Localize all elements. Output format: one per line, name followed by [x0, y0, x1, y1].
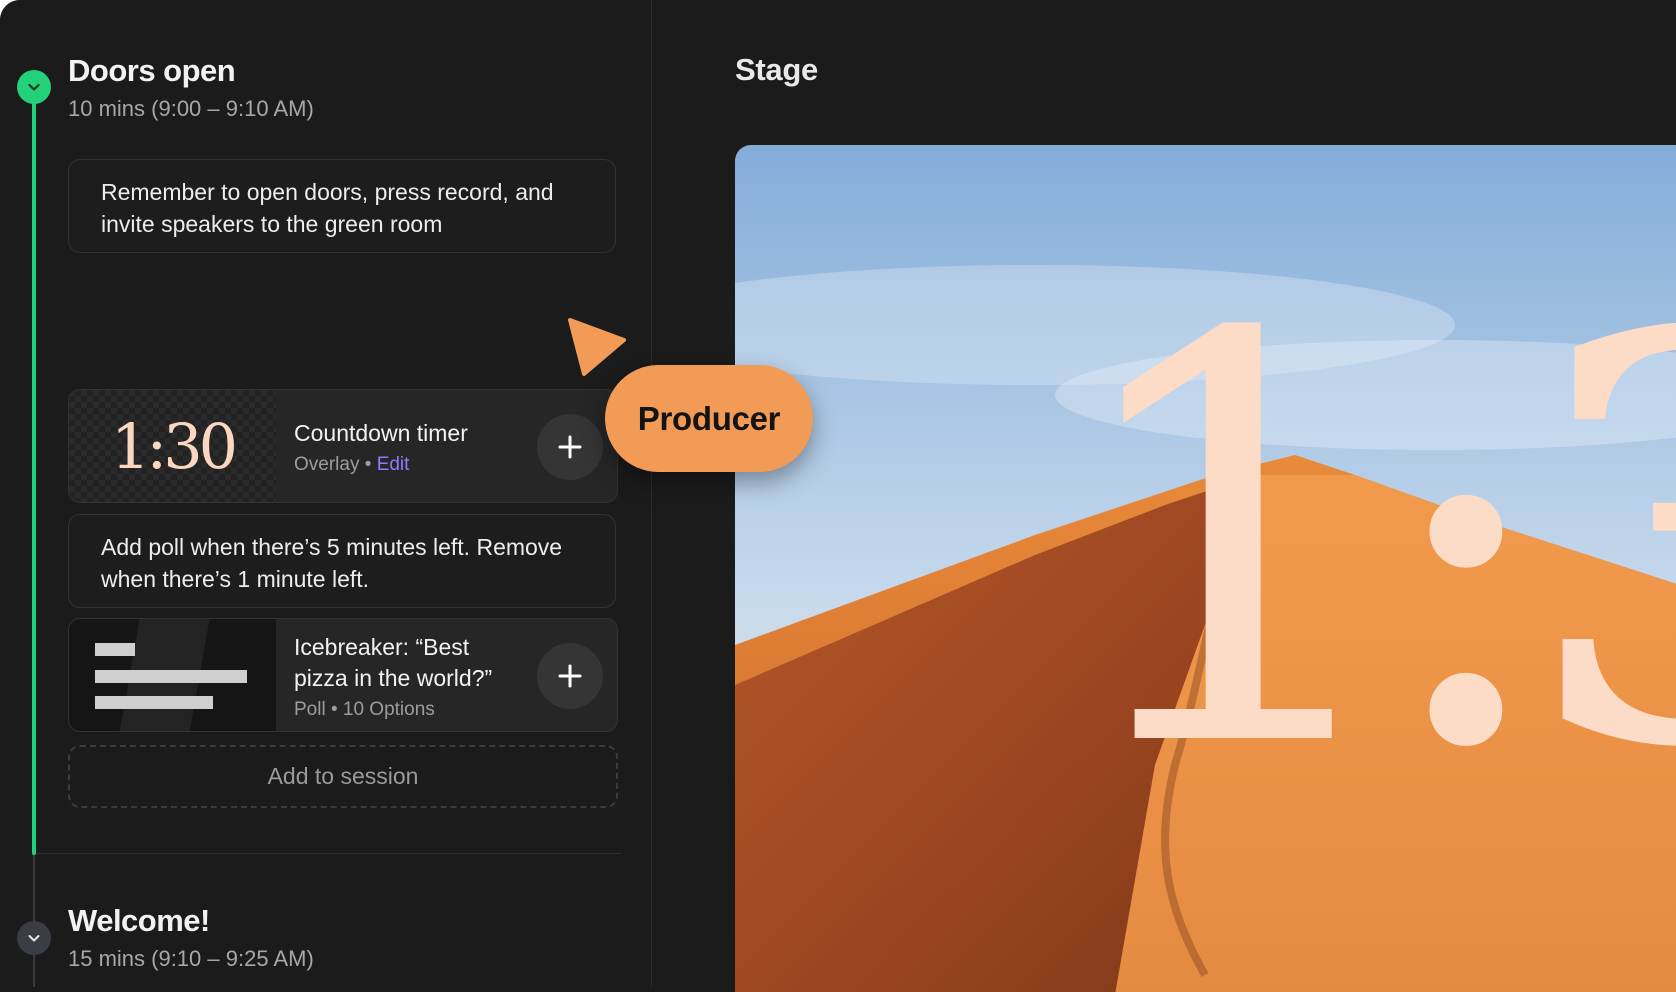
poll-card[interactable]: Icebreaker: “Best pizza in the world?” P… [68, 618, 618, 732]
cursor-arrow-icon [568, 318, 626, 376]
plus-icon [558, 664, 582, 688]
segment-note[interactable]: Add poll when there’s 5 minutes left. Re… [68, 514, 616, 608]
producer-cursor-label: Producer [605, 365, 813, 472]
timeline-progress-line [32, 92, 36, 855]
poll-bar [95, 670, 247, 683]
separator-dot: • [364, 454, 372, 475]
segment-toggle-doors-open[interactable] [17, 70, 51, 104]
poll-thumbnail [69, 619, 276, 731]
poll-bar [95, 696, 213, 709]
card-subtitle: Poll • 10 Options [294, 699, 435, 720]
stage-countdown-timer: 1:30 [1055, 219, 1676, 871]
countdown-timer-card[interactable]: 1:30 Countdown timer Overlay • Edit [68, 389, 618, 503]
countdown-timer-thumbnail: 1:30 [69, 390, 276, 502]
segment-time: 15 mins (9:10 – 9:25 AM) [68, 946, 314, 971]
segment-time: 10 mins (9:00 – 9:10 AM) [68, 96, 314, 121]
card-type: Overlay [294, 454, 360, 475]
segment-divider [36, 853, 621, 854]
poll-bar [95, 643, 135, 656]
chevron-down-icon [28, 83, 40, 91]
segment-title[interactable]: Doors open [68, 53, 236, 89]
plus-icon [558, 435, 582, 459]
add-to-session-button[interactable]: Add to session [68, 745, 618, 808]
stage-title: Stage [735, 52, 818, 87]
segment-toggle-welcome[interactable] [17, 921, 51, 955]
card-subtitle: Overlay • Edit [294, 454, 409, 476]
run-of-show-panel: Doors open 10 mins (9:00 – 9:10 AM) Reme… [0, 0, 652, 987]
card-title: Icebreaker: “Best pizza in the world?” [294, 634, 493, 691]
chevron-down-icon [28, 935, 40, 942]
add-countdown-timer-button[interactable] [537, 414, 603, 480]
app-window: Doors open 10 mins (9:00 – 9:10 AM) Reme… [0, 0, 1676, 992]
segment-title[interactable]: Welcome! [68, 903, 210, 939]
segment-note[interactable]: Remember to open doors, press record, an… [68, 159, 616, 253]
edit-link[interactable]: Edit [377, 454, 410, 475]
card-title: Countdown timer [294, 420, 468, 446]
thumbnail-timer-text: 1:30 [110, 409, 238, 483]
add-poll-button[interactable] [537, 643, 603, 709]
stage-preview[interactable]: 1:30 [735, 145, 1676, 992]
